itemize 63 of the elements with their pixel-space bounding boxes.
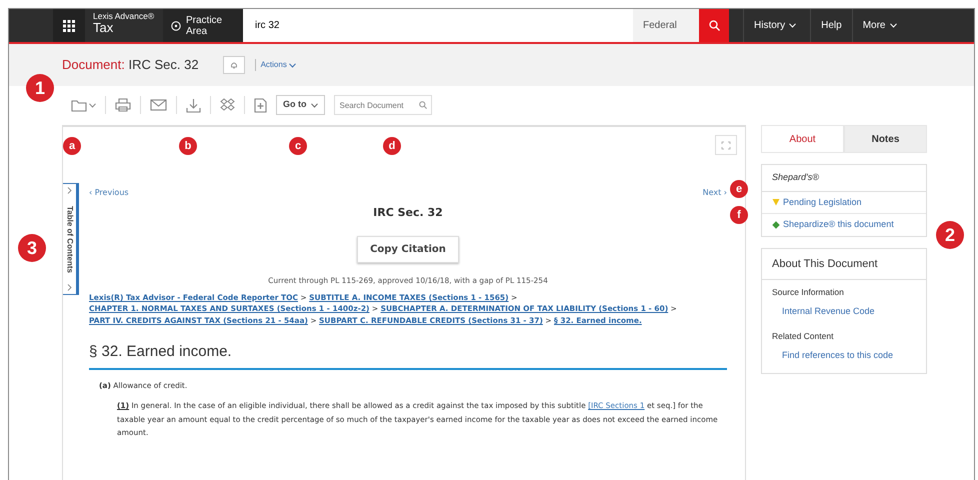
copy-citation-button[interactable]: Copy Citation xyxy=(357,236,459,262)
expand-icon xyxy=(721,140,731,150)
envelope-icon xyxy=(150,99,167,111)
nav-menu-item[interactable]: More xyxy=(852,9,910,42)
caret-icon xyxy=(89,102,96,108)
actions-menu[interactable]: Actions xyxy=(254,59,296,71)
table-of-contents-tab[interactable]: Table of Contents xyxy=(63,183,79,295)
chevron-icon xyxy=(67,284,72,291)
folder-icon xyxy=(71,98,87,112)
callout-marker: f xyxy=(730,206,748,224)
product-name: Tax xyxy=(93,20,114,36)
sidebar-tab[interactable]: Notes xyxy=(844,125,927,153)
caret-icon xyxy=(310,102,318,108)
panel-heading: About This Document xyxy=(762,248,926,280)
triangle-icon xyxy=(772,198,780,206)
jurisdiction-selector[interactable]: Federal xyxy=(633,9,699,42)
search-icon xyxy=(418,101,426,109)
grid-icon xyxy=(63,20,75,32)
previous-link[interactable]: ‹ Previous xyxy=(89,187,129,199)
brand-name: Lexis Advance® xyxy=(93,11,154,21)
caret-icon xyxy=(288,62,296,68)
section-label: Related Content xyxy=(771,330,834,343)
search-button[interactable] xyxy=(699,9,729,42)
callout-marker: e xyxy=(730,180,748,198)
section-heading: § 32. Earned income. xyxy=(89,340,727,370)
target-icon xyxy=(171,20,181,30)
nav-menu-item[interactable]: Help xyxy=(810,9,852,42)
download-button[interactable] xyxy=(186,98,201,112)
sidebar-tab[interactable]: About xyxy=(761,125,844,153)
alert-button[interactable] xyxy=(222,56,245,74)
callout-marker: c xyxy=(289,137,307,155)
sidebar-link[interactable]: Find references to this code xyxy=(762,343,926,368)
diamond-icon xyxy=(772,220,780,229)
document-plus-icon xyxy=(254,98,267,112)
email-button[interactable] xyxy=(150,99,167,111)
print-button[interactable] xyxy=(115,98,131,112)
goto-dropdown[interactable]: Go to xyxy=(276,95,324,115)
section-label: Source Information xyxy=(771,286,845,299)
next-link[interactable]: Next › xyxy=(702,187,727,199)
callout-marker: b xyxy=(179,137,197,155)
expand-button[interactable] xyxy=(715,135,737,155)
practice-area-button[interactable]: Practice Area xyxy=(163,9,243,42)
document-title: Document: IRC Sec. 32 xyxy=(62,56,199,74)
chevron-icon xyxy=(67,187,72,194)
folder-button[interactable] xyxy=(71,98,96,112)
apps-button[interactable] xyxy=(53,9,85,42)
search-icon xyxy=(708,20,720,31)
nav-menu-item[interactable]: History xyxy=(743,9,810,42)
document-heading: IRC Sec. 32 xyxy=(372,205,444,221)
download-icon xyxy=(186,98,201,112)
callout-marker: 2 xyxy=(936,221,964,249)
document-search-field[interactable]: Search Document xyxy=(334,95,432,115)
search-field[interactable]: irc 32 xyxy=(243,9,633,42)
callout-marker: d xyxy=(383,137,401,155)
diamonds-icon xyxy=(220,98,235,112)
dropbox-button[interactable] xyxy=(220,98,235,112)
add-document-button[interactable] xyxy=(254,98,267,112)
callout-marker: 3 xyxy=(18,234,46,262)
bell-icon xyxy=(230,61,238,69)
printer-icon xyxy=(115,98,131,112)
callout-marker: 1 xyxy=(26,74,54,102)
callout-marker: a xyxy=(63,137,81,155)
sidebar-link[interactable]: Internal Revenue Code xyxy=(762,298,926,324)
